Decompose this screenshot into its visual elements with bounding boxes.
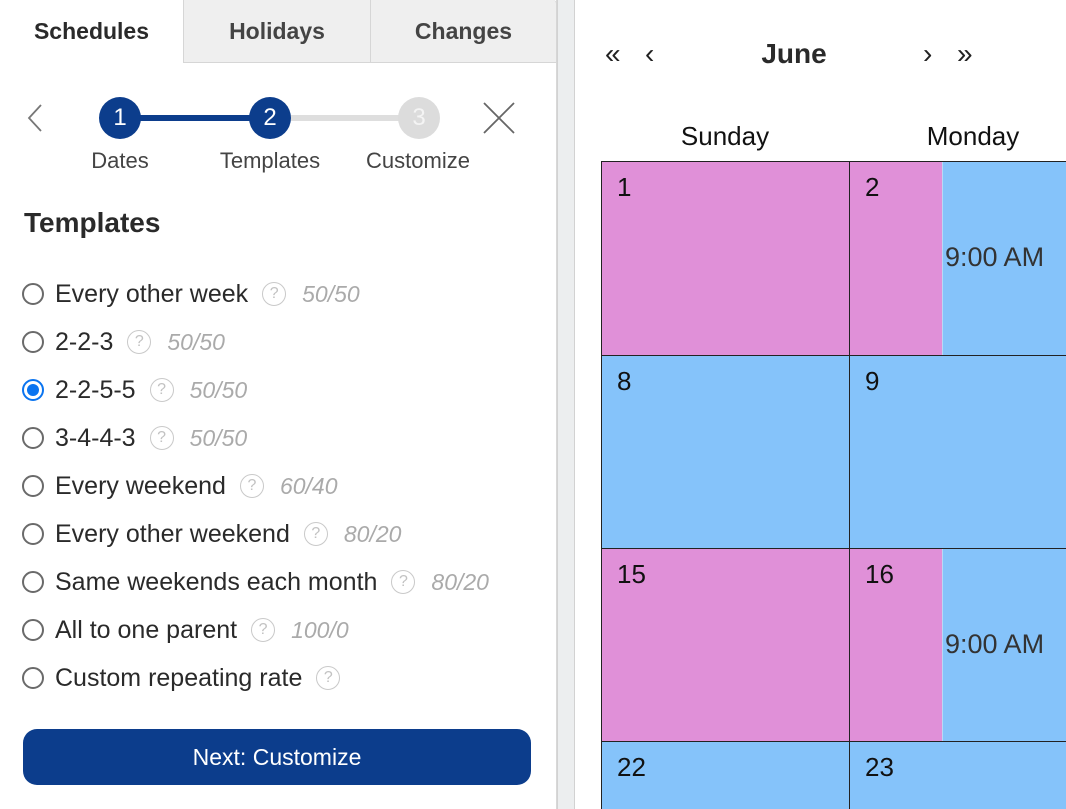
calendar-day-cell[interactable]: 15 [602, 549, 850, 742]
template-radio[interactable] [22, 619, 44, 641]
time-split-ratio: 50/50 [302, 280, 360, 307]
template-radio-group: Every other week? 50/50 2-2-3? 50/50 2-2-5-5… [22, 270, 542, 702]
section-title: Templates [24, 207, 161, 238]
next-month-button[interactable]: › [923, 34, 932, 74]
calendar-day-cell[interactable]: 2 9:00 AM [850, 162, 1066, 356]
step-connector-done [120, 115, 270, 121]
time-split-ratio: 60/40 [279, 472, 338, 499]
tab-changes[interactable]: Changes [370, 0, 557, 63]
help-icon[interactable]: ? [316, 666, 341, 690]
day-number: 1 [617, 172, 632, 202]
template-radio[interactable] [22, 427, 44, 449]
weekday-header-monday: Monday [926, 120, 1020, 151]
step-2-label: Templates [219, 148, 321, 173]
day-number: 16 [865, 559, 894, 589]
help-icon[interactable]: ? [303, 522, 328, 546]
time-split-ratio: 80/20 [431, 568, 489, 595]
time-split-ratio: 50/50 [167, 328, 225, 355]
template-label: Custom repeating rate [55, 663, 303, 692]
calendar-day-cell[interactable]: 9 [850, 356, 1066, 549]
template-radio[interactable] [22, 667, 44, 689]
template-radio[interactable] [22, 571, 44, 593]
close-icon [483, 102, 515, 134]
template-option[interactable]: 3-4-4-3? 50/50 [22, 414, 542, 462]
handoff-time: 9:00 AM [945, 242, 1045, 272]
calendar-day-cell[interactable]: 1 [602, 162, 850, 356]
template-label: 2-2-5-5 [55, 375, 136, 404]
calendar-day-cell[interactable]: 16 9:00 AM [850, 549, 1066, 742]
template-radio[interactable] [22, 523, 44, 545]
template-option[interactable]: All to one parent? 100/0 [22, 606, 542, 654]
calendar-day-cell[interactable]: 23 [850, 742, 1066, 809]
calendar-view: « ‹ June › » Sunday Monday 1 2 9:00 AM 8 9 15… [575, 0, 1066, 809]
help-icon[interactable]: ? [127, 330, 152, 354]
template-option[interactable]: Every other week? 50/50 [22, 270, 542, 318]
handoff-time: 9:00 AM [945, 629, 1045, 659]
next-customize-button[interactable]: Next: Customize [23, 729, 531, 785]
day-number: 2 [865, 172, 880, 202]
template-option[interactable]: 2-2-3? 50/50 [22, 318, 542, 366]
template-radio[interactable] [22, 379, 44, 401]
day-number: 8 [617, 366, 632, 396]
step-3-label: Customize [366, 148, 470, 173]
step-3-circle: 3 [398, 97, 440, 139]
step-2-circle[interactable]: 2 [249, 97, 291, 139]
day-number: 15 [617, 559, 646, 589]
tab-schedules[interactable]: Schedules [0, 0, 183, 63]
step-1-circle[interactable]: 1 [99, 97, 141, 139]
calendar-grid: 1 2 9:00 AM 8 9 15 16 9:00 AM 22 23 [601, 161, 1066, 809]
template-label: Every weekend [55, 471, 226, 500]
template-radio[interactable] [22, 283, 44, 305]
next-year-button[interactable]: » [957, 34, 973, 74]
template-option[interactable]: Every other weekend? 80/20 [22, 510, 542, 558]
template-label: Every other week [55, 279, 249, 308]
time-split-ratio: 100/0 [291, 616, 349, 643]
back-button[interactable] [22, 100, 48, 136]
time-split-ratio: 80/20 [343, 520, 402, 547]
template-label: All to one parent [55, 615, 238, 644]
template-radio[interactable] [22, 475, 44, 497]
help-icon[interactable]: ? [262, 282, 287, 306]
time-split-ratio: 50/50 [189, 376, 248, 403]
calendar-month-title: June [761, 38, 827, 69]
tab-bar: Schedules Holidays Changes [0, 0, 557, 63]
help-icon[interactable]: ? [149, 426, 174, 450]
help-icon[interactable]: ? [149, 378, 174, 402]
template-label: Every other weekend [55, 519, 290, 548]
day-number: 23 [865, 752, 894, 782]
help-icon[interactable]: ? [251, 618, 276, 642]
template-option[interactable]: Every weekend? 60/40 [22, 462, 542, 510]
step-1-label: Dates [91, 148, 149, 173]
template-label: Same weekends each month [55, 567, 378, 596]
tab-holidays[interactable]: Holidays [183, 0, 370, 63]
weekday-header-sunday: Sunday [680, 120, 770, 151]
time-split-ratio: 50/50 [189, 424, 248, 451]
wizard-stepper: 1 2 3 Dates Templates Customize [0, 90, 557, 190]
panel-splitter[interactable] [557, 0, 575, 809]
prev-year-button[interactable]: « [605, 34, 621, 74]
chevron-left-icon [27, 104, 42, 132]
template-label: 3-4-4-3 [55, 423, 136, 452]
schedule-wizard-panel: Schedules Holidays Changes 1 2 3 Dates T… [0, 0, 557, 809]
help-icon[interactable]: ? [391, 570, 416, 594]
prev-month-button[interactable]: ‹ [645, 34, 654, 74]
calendar-day-cell[interactable]: 8 [602, 356, 850, 549]
template-label: 2-2-3 [55, 327, 114, 356]
day-number: 9 [865, 366, 880, 396]
template-option[interactable]: Same weekends each month? 80/20 [22, 558, 542, 606]
calendar-day-cell[interactable]: 22 [602, 742, 850, 809]
close-button[interactable] [480, 100, 518, 136]
template-radio[interactable] [22, 331, 44, 353]
template-option[interactable]: 2-2-5-5? 50/50 [22, 366, 542, 414]
day-number: 22 [617, 752, 646, 782]
template-option[interactable]: Custom repeating rate? [22, 654, 542, 702]
help-icon[interactable]: ? [239, 474, 264, 498]
